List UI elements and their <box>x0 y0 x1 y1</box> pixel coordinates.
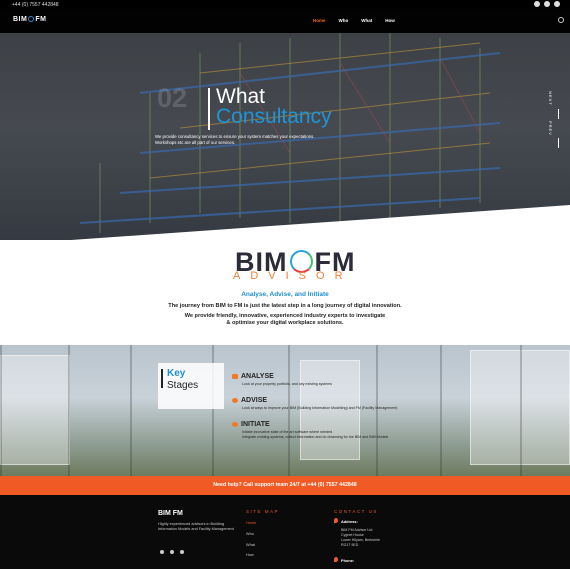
footer-link-who[interactable]: Who <box>246 532 254 536</box>
top-bar: +44 (0) 7557 442848 <box>0 0 570 9</box>
intro-subtitle: Analyse, Advise, and Initiate <box>241 291 329 298</box>
location-pin-icon <box>334 518 338 523</box>
key-stages-section: Key Stages ANALYSE Look at your property… <box>0 345 570 476</box>
stage-text: Look at your property portfolio, and any… <box>242 382 332 386</box>
footer-description: Highly experienced advisors in Building … <box>158 522 234 531</box>
stage-title: ANALYSE <box>241 373 274 380</box>
building-image-left <box>0 355 70 465</box>
footer-logo[interactable]: BIM FM <box>158 510 183 517</box>
key-stages-heading-2: Stages <box>167 380 199 391</box>
sitemap-heading: SITE MAP <box>246 509 280 514</box>
hero-title-line2: Consultancy <box>216 105 332 128</box>
address-text: BIM FM Advisor Ltd Cygnet House Lower Hi… <box>341 528 380 547</box>
mullion <box>130 345 132 476</box>
stage-text: Initiate innovative state of the art sof… <box>242 430 389 439</box>
facebook-icon[interactable] <box>534 1 540 7</box>
intro-line-2: We provide friendly, innovative, experie… <box>184 313 386 319</box>
footer-link-what[interactable]: What <box>246 543 255 547</box>
mullion <box>0 345 2 476</box>
stage-title: INITIATE <box>241 421 270 428</box>
hero-divider <box>208 88 210 130</box>
slider-dash-1 <box>558 109 559 119</box>
phone-label: Phone: <box>341 558 355 563</box>
main-nav: Home Who What How <box>313 18 395 23</box>
site-logo[interactable]: BIM FM <box>13 16 46 23</box>
site-header: BIM FM Home Who What How <box>0 9 570 33</box>
next-slide-link[interactable]: NEXT <box>548 91 553 106</box>
prev-slide-link[interactable]: PREV <box>548 121 553 136</box>
phone-icon <box>334 557 338 562</box>
search-icon[interactable] <box>558 17 564 23</box>
instagram-icon[interactable] <box>554 1 560 7</box>
address-label: Address: <box>341 519 358 524</box>
twitter-icon[interactable] <box>170 550 174 554</box>
top-socials <box>534 1 560 7</box>
nav-home[interactable]: Home <box>313 18 326 23</box>
nav-what[interactable]: What <box>361 18 372 23</box>
slider-dash-2 <box>558 138 559 148</box>
gear-icon <box>232 422 238 427</box>
intro-line-1: The journey from BIM to FM is just the l… <box>168 303 402 309</box>
advice-icon <box>232 398 238 403</box>
top-phone[interactable]: +44 (0) 7557 442848 <box>12 2 59 8</box>
logo-advisor-text: ADVISOR <box>233 270 353 282</box>
hero-number: 02 <box>157 83 188 113</box>
facebook-icon[interactable] <box>160 550 164 554</box>
nav-who[interactable]: Who <box>339 18 349 23</box>
mullion <box>520 345 522 476</box>
hero-section: 02 What Consultancy We provide consultan… <box>0 33 570 240</box>
instagram-icon[interactable] <box>180 550 184 554</box>
site-footer: BIM FM Highly experienced advisors in Bu… <box>0 495 570 569</box>
stage-title: ADVISE <box>241 397 268 404</box>
twitter-icon[interactable] <box>544 1 550 7</box>
intro-section: BIM FM ADVISOR Analyse, Advise, and Initi… <box>0 240 570 345</box>
stage-text: Look at ways to improve your BIM (Buildi… <box>242 406 398 410</box>
intro-line-3: & optimise your digital workplace soluti… <box>226 320 344 326</box>
hero-paragraph: We provide consultancy services to ensur… <box>155 134 315 145</box>
nav-how[interactable]: How <box>385 18 395 23</box>
footer-link-how[interactable]: How <box>246 553 254 557</box>
contact-heading: CONTACT US <box>334 509 378 514</box>
chart-icon <box>232 374 238 379</box>
support-cta-banner[interactable]: Need help? Call support team 24/7 at +44… <box>0 476 570 495</box>
mullion <box>68 345 70 476</box>
footer-link-home[interactable]: Home <box>246 521 256 525</box>
key-stages-bar <box>161 369 163 388</box>
key-stages-heading-1: Key <box>167 368 186 379</box>
footer-socials <box>160 550 184 554</box>
